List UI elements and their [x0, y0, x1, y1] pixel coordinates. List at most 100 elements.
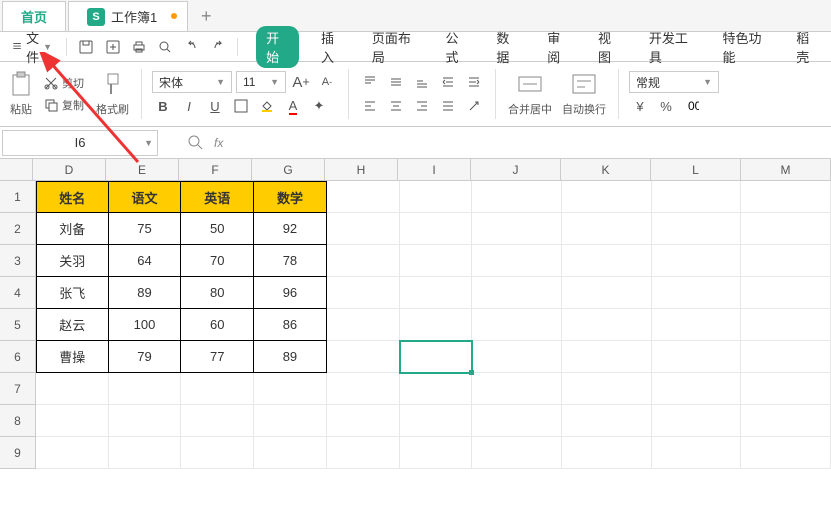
select-all-corner[interactable] [0, 159, 33, 181]
cell-F6[interactable]: 77 [181, 341, 254, 373]
cell-E9[interactable] [109, 437, 182, 469]
currency-button[interactable]: ¥ [629, 95, 651, 117]
row-header-8[interactable]: 8 [0, 405, 36, 437]
cell-H7[interactable] [327, 373, 400, 405]
row-header-4[interactable]: 4 [0, 277, 36, 309]
tab-home[interactable]: 首页 [2, 1, 66, 31]
cell-F2[interactable]: 50 [181, 213, 254, 245]
cell-K1[interactable] [562, 181, 652, 213]
merge-center-button[interactable]: 合并居中 [506, 71, 554, 117]
cell-L4[interactable] [652, 277, 742, 309]
cell-J1[interactable] [472, 181, 562, 213]
decrease-font-button[interactable]: A- [316, 71, 338, 93]
ribbon-tab-formula[interactable]: 公式 [440, 26, 475, 68]
cell-I9[interactable] [400, 437, 473, 469]
cell-J4[interactable] [472, 277, 562, 309]
row-header-2[interactable]: 2 [0, 213, 36, 245]
cell-E7[interactable] [109, 373, 182, 405]
cell-G9[interactable] [254, 437, 327, 469]
ribbon-tab-view[interactable]: 视图 [592, 26, 627, 68]
ribbon-tab-review[interactable]: 审阅 [541, 26, 576, 68]
cell-E1[interactable]: 语文 [109, 181, 182, 213]
border-button[interactable] [230, 95, 252, 117]
cell-K2[interactable] [562, 213, 652, 245]
cell-F7[interactable] [181, 373, 254, 405]
cell-D2[interactable]: 刘备 [36, 213, 109, 245]
cell-D4[interactable]: 张飞 [36, 277, 109, 309]
cell-K9[interactable] [562, 437, 652, 469]
increase-font-button[interactable]: A+ [290, 71, 312, 93]
cell-I6[interactable] [400, 341, 473, 373]
font-name-select[interactable]: 宋体▼ [152, 71, 232, 93]
cell-G2[interactable]: 92 [254, 213, 327, 245]
cell-I4[interactable] [400, 277, 473, 309]
cell-E3[interactable]: 64 [109, 245, 182, 277]
cell-H8[interactable] [327, 405, 400, 437]
italic-button[interactable]: I [178, 95, 200, 117]
cell-D1[interactable]: 姓名 [36, 181, 109, 213]
column-header-E[interactable]: E [106, 159, 179, 181]
cell-E4[interactable]: 89 [109, 277, 182, 309]
percent-button[interactable]: % [655, 95, 677, 117]
new-tab-button[interactable]: + [188, 1, 224, 31]
cell-L9[interactable] [652, 437, 742, 469]
ribbon-tab-features[interactable]: 特色功能 [717, 26, 775, 68]
save-as-button[interactable] [101, 35, 123, 59]
cell-I2[interactable] [400, 213, 473, 245]
cell-L8[interactable] [652, 405, 742, 437]
ribbon-tab-start[interactable]: 开始 [256, 26, 299, 68]
cell-H2[interactable] [327, 213, 400, 245]
cell-K7[interactable] [562, 373, 652, 405]
undo-button[interactable] [180, 35, 202, 59]
bold-button[interactable]: B [152, 95, 174, 117]
cell-F8[interactable] [181, 405, 254, 437]
tab-workbook[interactable]: S 工作簿1 [68, 1, 188, 31]
copy-button[interactable]: 复制 [40, 95, 88, 115]
cell-L1[interactable] [652, 181, 742, 213]
cell-J7[interactable] [472, 373, 562, 405]
column-header-D[interactable]: D [33, 159, 106, 181]
cell-G7[interactable] [254, 373, 327, 405]
column-header-G[interactable]: G [252, 159, 325, 181]
fx-label[interactable]: fx [214, 136, 223, 150]
cell-I7[interactable] [400, 373, 473, 405]
cell-H4[interactable] [327, 277, 400, 309]
cell-F5[interactable]: 60 [181, 309, 254, 341]
ribbon-tab-dev[interactable]: 开发工具 [643, 26, 701, 68]
column-header-F[interactable]: F [179, 159, 252, 181]
cell-D6[interactable]: 曹操 [36, 341, 109, 373]
cell-D7[interactable] [36, 373, 109, 405]
cell-G5[interactable]: 86 [254, 309, 327, 341]
fill-color-button[interactable] [256, 95, 278, 117]
orientation-button[interactable] [463, 95, 485, 117]
cell-G4[interactable]: 96 [254, 277, 327, 309]
cell-E6[interactable]: 79 [109, 341, 182, 373]
cell-I8[interactable] [400, 405, 473, 437]
cell-F1[interactable]: 英语 [181, 181, 254, 213]
row-header-5[interactable]: 5 [0, 309, 36, 341]
distribute-button[interactable] [437, 95, 459, 117]
cell-M7[interactable] [741, 373, 831, 405]
name-box[interactable]: I6 ▼ [2, 130, 158, 156]
row-header-7[interactable]: 7 [0, 373, 36, 405]
column-header-M[interactable]: M [741, 159, 831, 181]
format-painter-button[interactable]: 格式刷 [94, 71, 131, 117]
ribbon-tab-docer[interactable]: 稻壳 [790, 26, 825, 68]
cell-D5[interactable]: 赵云 [36, 309, 109, 341]
cell-G8[interactable] [254, 405, 327, 437]
align-bottom-button[interactable] [411, 71, 433, 93]
align-left-button[interactable] [359, 95, 381, 117]
comma-button[interactable]: 000 [681, 95, 703, 117]
paste-button[interactable]: 粘贴 [8, 71, 34, 117]
cell-I3[interactable] [400, 245, 473, 277]
cell-K6[interactable] [562, 341, 652, 373]
cell-E8[interactable] [109, 405, 182, 437]
indent-left-button[interactable] [437, 71, 459, 93]
cell-K5[interactable] [562, 309, 652, 341]
ribbon-tab-layout[interactable]: 页面布局 [366, 26, 424, 68]
column-header-H[interactable]: H [325, 159, 398, 181]
cell-K8[interactable] [562, 405, 652, 437]
cell-L7[interactable] [652, 373, 742, 405]
cell-M2[interactable] [741, 213, 831, 245]
cell-G3[interactable]: 78 [254, 245, 327, 277]
